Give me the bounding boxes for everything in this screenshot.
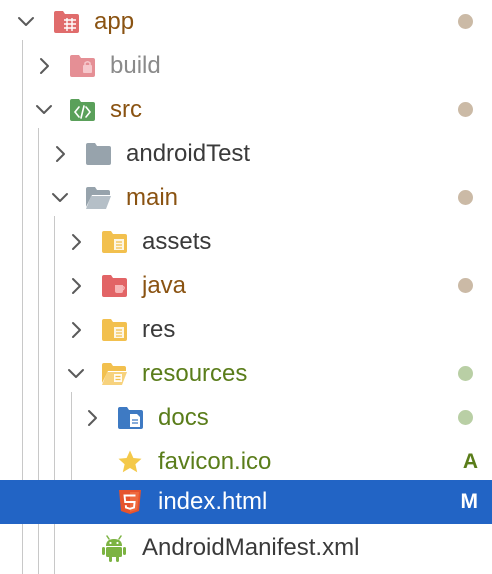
tree-item-label: java [142,272,187,299]
chevron-down-icon[interactable] [64,362,88,386]
tree-item-build[interactable]: build [0,44,492,88]
chevron-right-icon[interactable] [48,142,72,166]
tree-item-androidtest[interactable]: androidTest [0,132,492,176]
folder-icon [84,141,112,167]
tree-item-label: build [110,52,161,79]
tree-item-src[interactable]: src [0,88,492,132]
folder-resources-open-icon [100,361,128,387]
tree-item-res[interactable]: res [0,308,492,352]
chevron-down-icon[interactable] [14,10,38,34]
modified-status-dot [458,278,473,293]
folder-java-icon [100,273,128,299]
folder-source-icon [68,97,96,123]
tree-item-label: assets [142,228,212,255]
tree-item-label: favicon.ico [158,448,272,475]
folder-resources-icon [100,317,128,343]
modified-status-dot [458,102,473,117]
modified-status-dot [458,190,473,205]
tree-item-label: AndroidManifest.xml [142,534,360,561]
tree-item-main[interactable]: main [0,176,492,220]
tree-item-label: app [94,8,135,35]
tree-item-label: main [126,184,179,211]
folder-docs-icon [116,405,144,431]
tree-item-label: src [110,96,142,123]
git-status-added: A [462,450,478,473]
html5-file-icon [116,488,144,514]
project-tree: app build src androidTest main assets ja… [0,0,492,574]
new-status-dot [458,366,473,381]
folder-module-icon [52,9,80,35]
tree-item-java[interactable]: java [0,264,492,308]
chevron-right-icon[interactable] [80,406,104,430]
tree-item-favicon[interactable]: favicon.ico A [0,440,492,484]
star-file-icon [116,449,144,475]
chevron-right-icon[interactable] [32,54,56,78]
tree-item-docs[interactable]: docs [0,396,492,440]
tree-item-label: index.html [158,488,268,515]
folder-excluded-icon [68,53,96,79]
chevron-right-icon[interactable] [64,230,88,254]
chevron-down-icon[interactable] [48,186,72,210]
chevron-right-icon[interactable] [64,318,88,342]
folder-resources-icon [100,229,128,255]
new-status-dot [458,410,473,425]
android-icon [100,535,128,562]
tree-item-resources[interactable]: resources [0,352,492,396]
tree-item-assets[interactable]: assets [0,220,492,264]
folder-open-icon [84,185,112,211]
modified-status-dot [458,14,473,29]
tree-item-android-manifest[interactable]: AndroidManifest.xml [0,526,492,570]
git-status-modified: M [460,490,479,513]
tree-item-label: resources [142,360,248,387]
tree-item-index-html[interactable]: index.html M [0,480,492,524]
tree-item-label: res [142,316,176,343]
tree-item-label: androidTest [126,140,251,167]
chevron-down-icon[interactable] [32,98,56,122]
chevron-right-icon[interactable] [64,274,88,298]
tree-item-label: docs [158,404,209,431]
tree-item-app[interactable]: app [0,0,492,44]
